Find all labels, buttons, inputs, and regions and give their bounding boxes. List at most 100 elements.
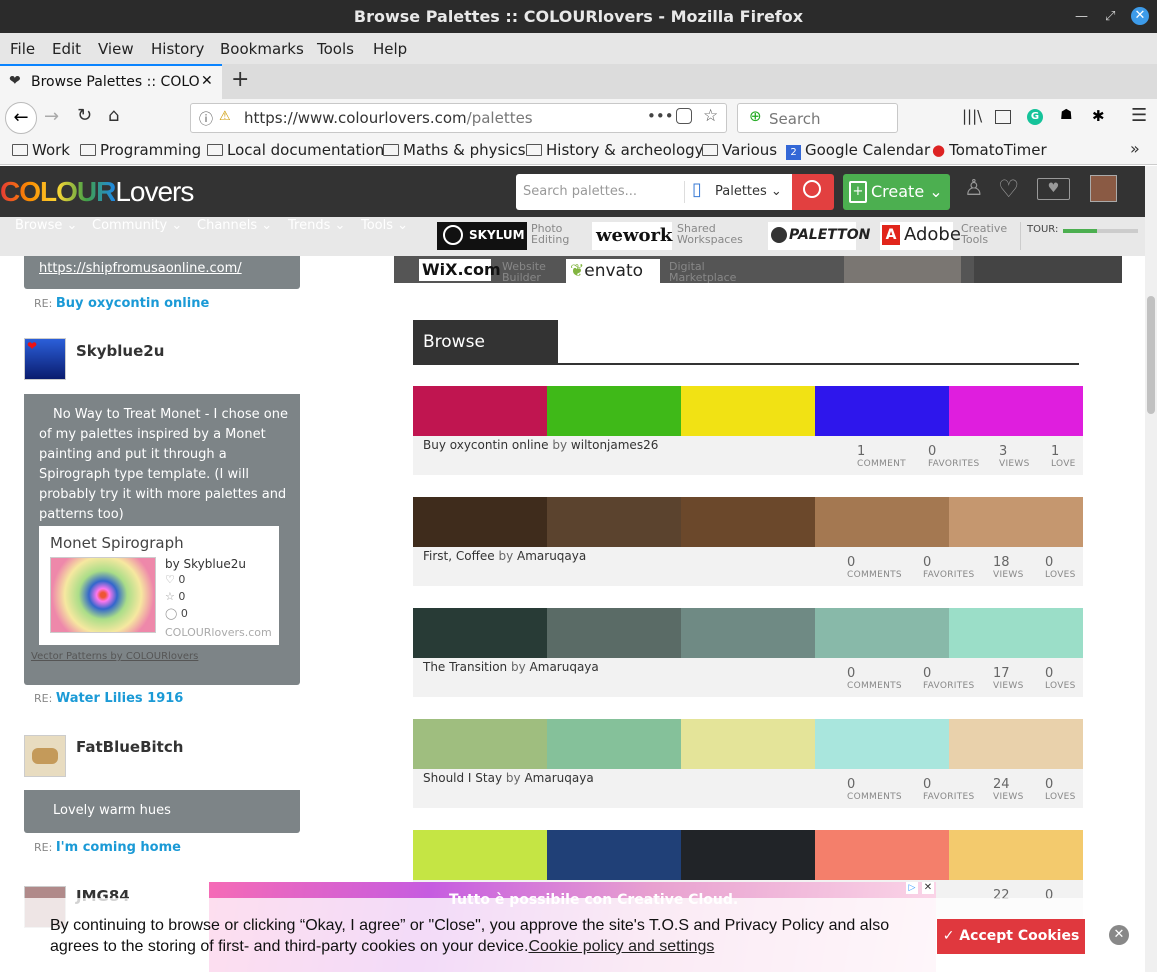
palette-swatch[interactable] xyxy=(681,719,815,769)
subnav-trends[interactable]: Trends ⌄ xyxy=(288,218,345,233)
library-icon[interactable]: |||\ xyxy=(962,107,982,125)
bookmark-star-icon[interactable]: ☆ xyxy=(703,106,718,126)
bookmark-google-calendar[interactable]: 2 Google Calendar xyxy=(786,141,930,160)
tour-progress-bar[interactable] xyxy=(1063,229,1138,233)
reload-icon[interactable]: ↻ xyxy=(77,105,92,126)
palette-swatch[interactable] xyxy=(681,386,815,436)
forward-button-icon[interactable]: → xyxy=(44,106,59,127)
bookmark-maths-physics[interactable]: Maths & physics xyxy=(383,141,526,159)
palette-swatches[interactable] xyxy=(413,386,1083,436)
page-actions-icon[interactable]: ••• xyxy=(647,107,674,125)
subnav-browse[interactable]: Browse ⌄ xyxy=(15,218,77,233)
palette-swatch[interactable] xyxy=(413,719,547,769)
subnav-tools[interactable]: Tools ⌄ xyxy=(361,218,408,233)
bookmark-work[interactable]: Work xyxy=(12,141,70,159)
bookmarks-overflow-icon[interactable]: » xyxy=(1130,139,1140,158)
palette-swatches[interactable] xyxy=(413,497,1083,547)
web-search-field[interactable]: ⊕ Search xyxy=(737,103,898,133)
palette-swatch[interactable] xyxy=(547,497,681,547)
palette-swatch[interactable] xyxy=(547,386,681,436)
bookmark-tomatotimer[interactable]: ● TomatoTimer xyxy=(932,141,1047,159)
bookmark-history-archeology[interactable]: History & archeology xyxy=(526,141,704,159)
hamburger-menu-icon[interactable]: ☰ xyxy=(1131,105,1147,126)
palette-reference-link[interactable]: I'm coming home xyxy=(56,840,181,855)
sponsor-skylum[interactable]: SKYLUM xyxy=(437,222,527,250)
loves-heart-icon[interactable]: ♡ xyxy=(998,175,1020,203)
palette-author[interactable]: wiltonjames26 xyxy=(571,438,658,452)
pattern-thumbnail[interactable] xyxy=(50,557,156,633)
avatar[interactable] xyxy=(24,735,66,777)
info-icon[interactable]: ⓘ xyxy=(199,109,213,129)
cookie-policy-link[interactable]: Cookie policy and settings xyxy=(528,938,714,955)
avatar[interactable]: ❤ xyxy=(24,338,66,380)
search-scope-select[interactable]: Palettes ⌄ xyxy=(715,184,782,199)
sponsor-wework[interactable]: wework xyxy=(592,222,672,250)
palette-swatch[interactable] xyxy=(815,386,949,436)
palette-swatch[interactable] xyxy=(413,608,547,658)
palette-swatch[interactable] xyxy=(949,386,1083,436)
palette-card[interactable]: First, Coffee by Amaruqaya 0 COMMENTS 0 FA… xyxy=(413,497,1083,586)
sidebar-icon[interactable] xyxy=(995,110,1011,124)
palette-swatch[interactable] xyxy=(681,608,815,658)
pattern-card[interactable]: Monet Spirograph by Skyblue2u ♡ 0 ☆ 0 ◯ … xyxy=(39,526,279,645)
sponsor-paletton[interactable]: PALETTON xyxy=(768,222,870,250)
palette-swatch[interactable] xyxy=(413,497,547,547)
insecure-lock-icon[interactable]: ⚠ xyxy=(219,109,231,124)
back-button-icon[interactable]: ← xyxy=(5,102,37,134)
new-tab-button[interactable]: + xyxy=(231,67,249,92)
palette-swatch[interactable] xyxy=(681,830,815,880)
bookmark-local-documentation[interactable]: Local documentation xyxy=(207,141,384,159)
palette-swatch[interactable] xyxy=(547,719,681,769)
restore-button[interactable]: ⤢ xyxy=(1105,0,1115,33)
url-bar[interactable]: ⓘ ⚠ https://www.colourlovers.com/palette… xyxy=(190,103,727,133)
create-button[interactable]: + Create ⌄ xyxy=(843,174,950,210)
palette-swatches[interactable] xyxy=(413,719,1083,769)
palette-reference-link[interactable]: Water Lilies 1916 xyxy=(56,691,184,706)
palette-swatch[interactable] xyxy=(547,830,681,880)
site-search-button[interactable] xyxy=(792,174,834,210)
ad-close-icon[interactable]: ✕ xyxy=(922,882,934,894)
palette-author[interactable]: Amaruqaya xyxy=(524,771,593,785)
menu-history[interactable]: History xyxy=(151,40,204,58)
palette-swatch[interactable] xyxy=(413,386,547,436)
palette-swatch[interactable] xyxy=(547,608,681,658)
palette-swatch[interactable] xyxy=(815,719,949,769)
bookmark-various[interactable]: Various xyxy=(702,141,777,159)
home-icon[interactable]: ⌂ xyxy=(108,105,119,126)
menu-bookmarks[interactable]: Bookmarks xyxy=(220,40,304,58)
user-account-icon[interactable]: ♙ xyxy=(964,176,984,201)
menu-tools[interactable]: Tools xyxy=(317,40,354,58)
palette-author[interactable]: Amaruqaya xyxy=(530,660,599,674)
grammarly-extension-icon[interactable]: G xyxy=(1027,109,1043,125)
palette-card[interactable]: Buy oxycontin online by wiltonjames26 1C… xyxy=(413,386,1083,475)
palette-swatch[interactable] xyxy=(949,830,1083,880)
comment-username[interactable]: Skyblue2u xyxy=(76,342,164,360)
comment-username[interactable]: FatBlueBitch xyxy=(76,738,183,756)
palette-swatches[interactable] xyxy=(413,830,1083,880)
colourlovers-logo[interactable]: COLOURLovers xyxy=(0,176,194,208)
menu-file[interactable]: File xyxy=(10,40,35,58)
palette-swatch[interactable] xyxy=(413,830,547,880)
minimize-button[interactable]: — xyxy=(1075,0,1088,33)
adchoices-icon[interactable]: ▷ xyxy=(906,882,918,894)
palette-swatches[interactable] xyxy=(413,608,1083,658)
accept-cookies-button[interactable]: ✓ Accept Cookies xyxy=(937,919,1085,954)
palette-swatch[interactable] xyxy=(815,497,949,547)
palette-card[interactable]: The Transition by Amaruqaya 0 COMMENTS 0F… xyxy=(413,608,1083,697)
menu-edit[interactable]: Edit xyxy=(52,40,81,58)
close-tab-icon[interactable]: ✕ xyxy=(201,73,213,89)
palette-title[interactable]: The Transition xyxy=(423,660,507,674)
palette-swatch[interactable] xyxy=(949,719,1083,769)
subnav-channels[interactable]: Channels ⌄ xyxy=(197,218,272,233)
pocket-icon[interactable] xyxy=(676,108,692,124)
bookmark-programming[interactable]: Programming xyxy=(80,141,201,159)
close-cookie-icon[interactable]: ✕ xyxy=(1109,925,1129,945)
close-window-button[interactable]: ✕ xyxy=(1131,7,1149,25)
palette-swatch[interactable] xyxy=(949,608,1083,658)
palette-title[interactable]: Buy oxycontin online xyxy=(423,438,549,452)
user-avatar[interactable] xyxy=(1090,175,1117,202)
palette-title[interactable]: First, Coffee xyxy=(423,549,495,563)
tab-browse-palettes[interactable]: ❤ Browse Palettes :: COLO ✕ xyxy=(0,64,222,99)
menu-help[interactable]: Help xyxy=(373,40,407,58)
palette-swatch[interactable] xyxy=(815,830,949,880)
